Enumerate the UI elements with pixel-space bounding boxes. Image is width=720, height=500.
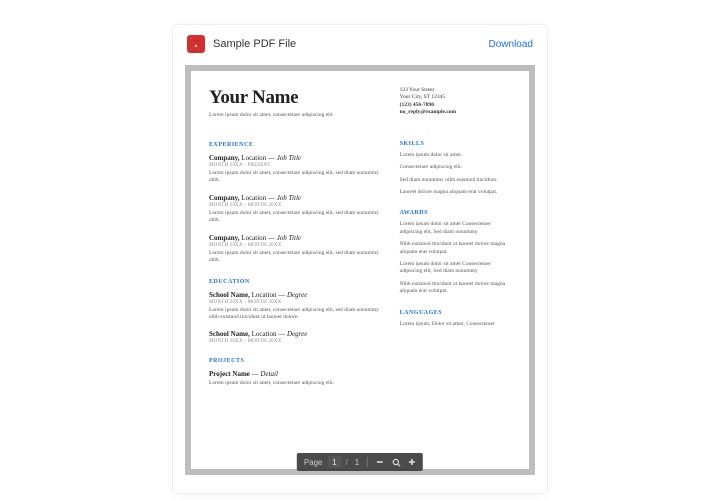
languages-body: Lorem ipsum, Dolor sit amet, Consectetue… [400,321,511,328]
experience-entry: Company, Location — Job Title MONTH 20XX… [209,234,382,265]
resume-right-column: 123 Your Street Your City, ST 12345 (123… [400,87,511,397]
contact-phone: (123) 456-7890 [400,102,511,109]
contact-city: Your City, ST 12345 [400,94,511,101]
download-link[interactable]: Download [489,39,533,50]
resume-left-column: Your Name Lorem ipsum dolor sit amet, co… [209,87,382,397]
file-title: Sample PDF File [213,38,489,50]
section-education-label: EDUCATION [209,279,382,285]
zoom-out-button[interactable] [373,455,387,469]
page-sep: / [344,458,350,467]
experience-entry: Company, Location — Job Title MONTH 20XX… [209,154,382,185]
pdf-toolbar: Page 1 / 1 [297,453,423,471]
exp-role: Job Title [277,154,301,162]
edu-location: Location [252,330,277,338]
award-item: Nibh euismod tincidunt ut laoreet dolore… [400,241,511,256]
contact-street: 123 Your Street [400,87,511,94]
edu-body: Lorem ipsum dolor sit amet, consectetuer… [209,307,382,322]
current-page-input[interactable]: 1 [328,456,342,468]
zoom-in-button[interactable] [405,455,419,469]
page-label: Page [301,458,326,467]
award-item: Lorem ipsum dolor sit amet Consectetuer … [400,261,511,276]
award-item: Lorem ipsum dolor sit amet Consectetuer … [400,221,511,236]
pdf-page: Your Name Lorem ipsum dolor sit amet, co… [191,71,529,469]
section-awards-label: AWARDS [400,210,511,216]
exp-role: Job Title [277,194,301,202]
exp-body: Lorem ipsum dolor sit amet, consectetuer… [209,210,382,225]
section-skills-label: SKILLS [400,141,511,147]
toolbar-divider [367,457,368,467]
education-entry: School Name, Location — Degree MONTH 20X… [209,291,382,322]
section-experience-label: EXPERIENCE [209,142,382,148]
education-entry: School Name, Location — Degree MONTH 20X… [209,330,382,344]
exp-body: Lorem ipsum dolor sit amet, consectetuer… [209,250,382,265]
contact-block: 123 Your Street Your City, ST 12345 (123… [400,87,511,117]
zoom-reset-button[interactable] [389,455,403,469]
pdf-icon: A [187,35,205,53]
exp-company: Company, [209,194,240,202]
pdf-viewer-frame: Your Name Lorem ipsum dolor sit amet, co… [185,65,535,475]
edu-degree: Degree [287,330,307,338]
exp-company: Company, [209,234,240,242]
edu-school: School Name, [209,330,250,338]
exp-company: Company, [209,154,240,162]
card-header: A Sample PDF File Download [173,25,547,61]
section-projects-label: PROJECTS [209,358,382,364]
resume-tagline: Lorem ipsum dolor sit amet, consectetuer… [209,112,382,118]
total-pages: 1 [352,458,362,467]
edu-school: School Name, [209,291,250,299]
exp-location: Location [241,154,266,162]
proj-detail: Detail [260,370,278,378]
pdf-preview-card: A Sample PDF File Download Your Name Lor… [172,24,548,494]
edu-dates: MONTH 20XX - MONTH 20XX [209,300,382,305]
exp-dates: MONTH 20XX - PRESENT [209,163,382,168]
exp-location: Location [241,234,266,242]
experience-entry: Company, Location — Job Title MONTH 20XX… [209,194,382,225]
exp-location: Location [241,194,266,202]
project-entry: Project Name — Detail Lorem ipsum dolor … [209,370,382,387]
proj-name: Project Name [209,370,250,378]
skill-item: Consectetuer adipiscing elit. [400,164,511,171]
skill-item: Sed diam nonummy nibh euismod tincidunt. [400,177,511,184]
svg-text:A: A [195,43,198,48]
edu-dates: MONTH 20XX - MONTH 20XX [209,339,382,344]
exp-dates: MONTH 20XX - MONTH 20XX [209,243,382,248]
edu-degree: Degree [287,291,307,299]
contact-email: no_reply@example.com [400,109,511,116]
section-languages-label: LANGUAGES [400,310,511,316]
edu-location: Location [252,291,277,299]
exp-role: Job Title [277,234,301,242]
exp-body: Lorem ipsum dolor sit amet, consectetuer… [209,170,382,185]
award-item: Nibh euismod tincidunt ut laoreet dolore… [400,281,511,296]
proj-body: Lorem ipsum dolor sit amet, consectetuer… [209,380,382,387]
skill-item: Lorem ipsum dolor sit amet. [400,152,511,159]
resume-name: Your Name [209,87,382,109]
exp-dates: MONTH 20XX - MONTH 20XX [209,203,382,208]
skill-item: Laoreet dolore magna aliquam erat volutp… [400,189,511,196]
